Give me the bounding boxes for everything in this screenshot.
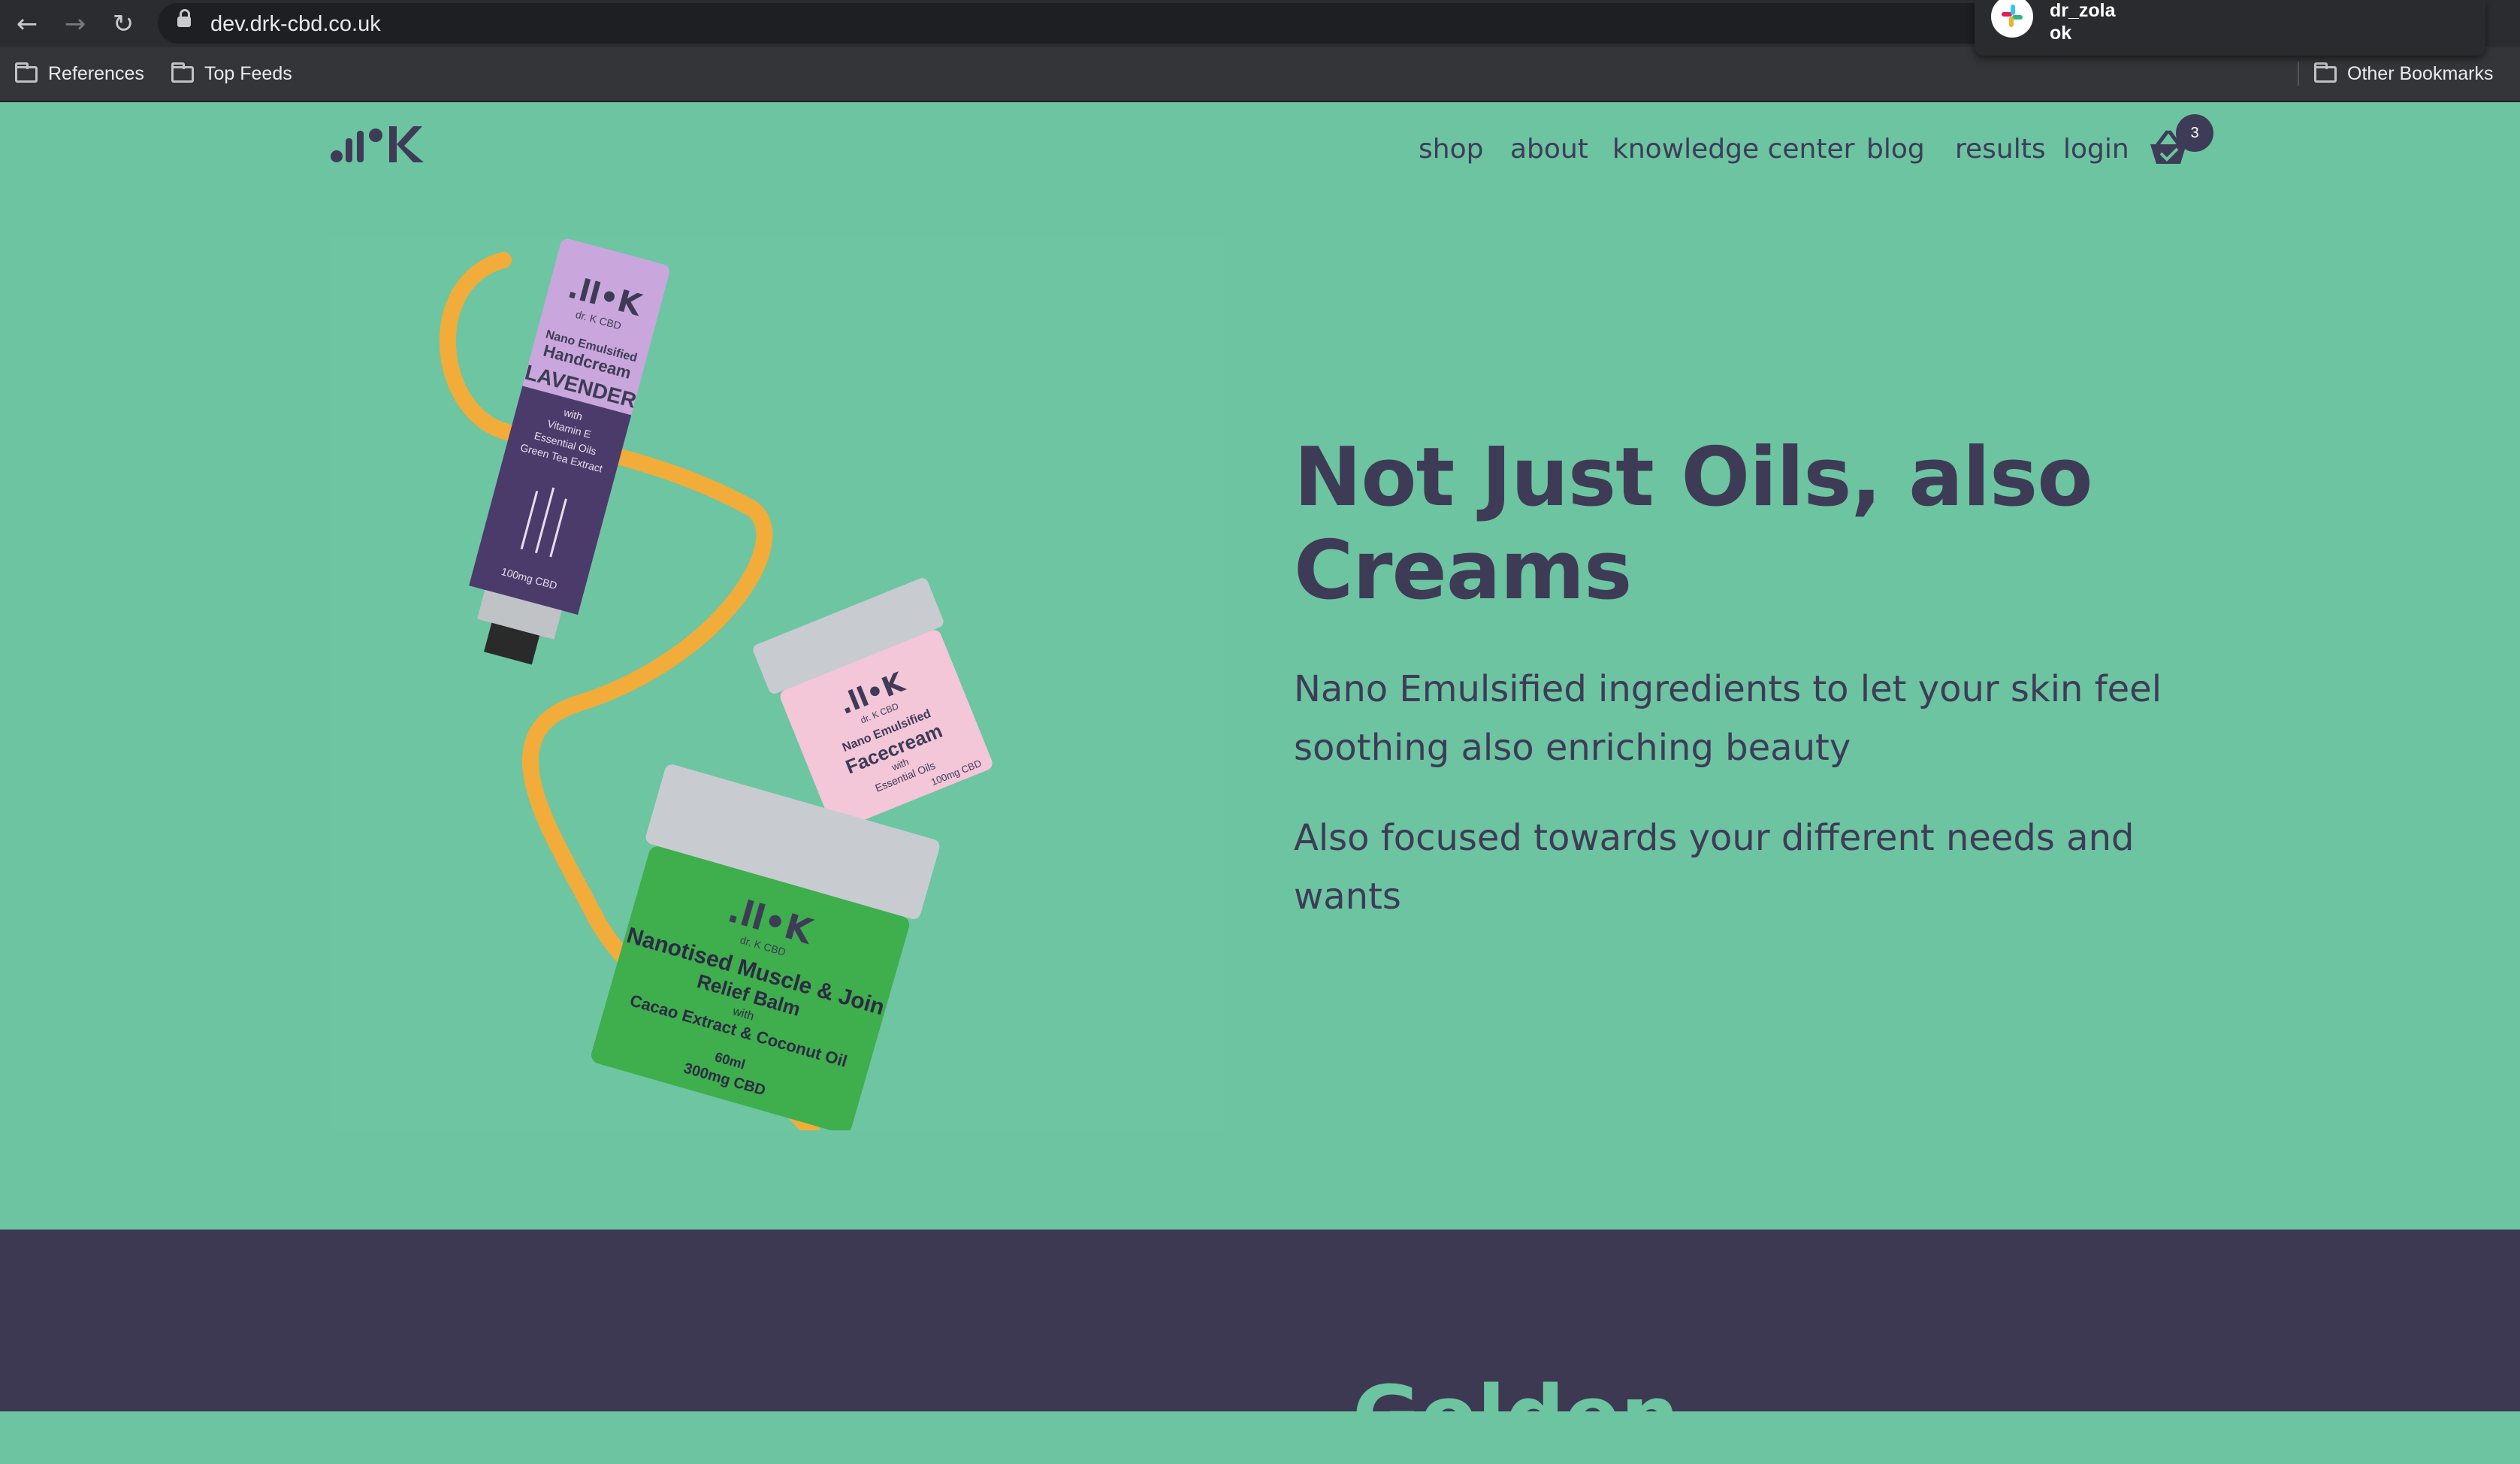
folder-icon — [2314, 62, 2337, 83]
golden-section — [0, 1230, 2520, 1411]
hero-paragraph-1: Nano Emulsified ingredients to let your … — [1294, 668, 2162, 769]
muscle-balm-jar: .ll•K dr. K CBD Nanotised Muscle & Join … — [591, 764, 940, 1130]
cart-count-badge: 3 — [2176, 114, 2213, 152]
hero-headline-line2: Creams — [1294, 524, 1632, 618]
bookmark-other[interactable]: Other Bookmarks — [2314, 60, 2494, 87]
lock-icon — [177, 9, 191, 27]
hero-product-image: .ll•K dr. K CBD Nano Emulsified Handcrea… — [331, 237, 1223, 1130]
nav-about[interactable]: about — [1510, 134, 1588, 165]
hero-headline: Not Just Oils, also Creams — [1294, 431, 2195, 618]
forward-icon[interactable]: → — [59, 8, 92, 41]
facecream-jar: .ll•K dr. K CBD Nano Emulsified Facecrea… — [753, 578, 993, 830]
hero-headline-line1: Not Just Oils, also — [1294, 431, 2093, 525]
bookmark-divider — [2298, 62, 2299, 86]
nav-shop[interactable]: shop — [1419, 134, 1483, 165]
bookmark-references[interactable]: References — [15, 60, 144, 87]
nav-knowledge-center[interactable]: knowledge center — [1612, 134, 1854, 165]
url-text: dev.drk-cbd.co.uk — [210, 12, 381, 36]
section-heading-golden: Golden — [1352, 1368, 1680, 1464]
hero-paragraph-2: Also focused towards your different need… — [1294, 817, 2135, 918]
slack-icon — [1991, 0, 2033, 38]
slack-notification[interactable]: dr_zola ok — [1975, 0, 2485, 56]
folder-icon — [171, 62, 194, 83]
nav-blog[interactable]: blog — [1866, 134, 1925, 165]
back-icon[interactable]: ← — [11, 8, 44, 41]
bookmark-top-feeds[interactable]: Top Feeds — [171, 60, 292, 87]
folder-icon — [15, 62, 38, 83]
drk-logo[interactable] — [329, 120, 427, 165]
notification-message: ok — [2050, 23, 2072, 44]
notification-sender: dr_zola — [2050, 0, 2116, 21]
nav-login[interactable]: login — [2063, 134, 2129, 165]
reload-icon[interactable]: ↻ — [107, 8, 140, 41]
nav-results[interactable]: results — [1955, 134, 2046, 165]
